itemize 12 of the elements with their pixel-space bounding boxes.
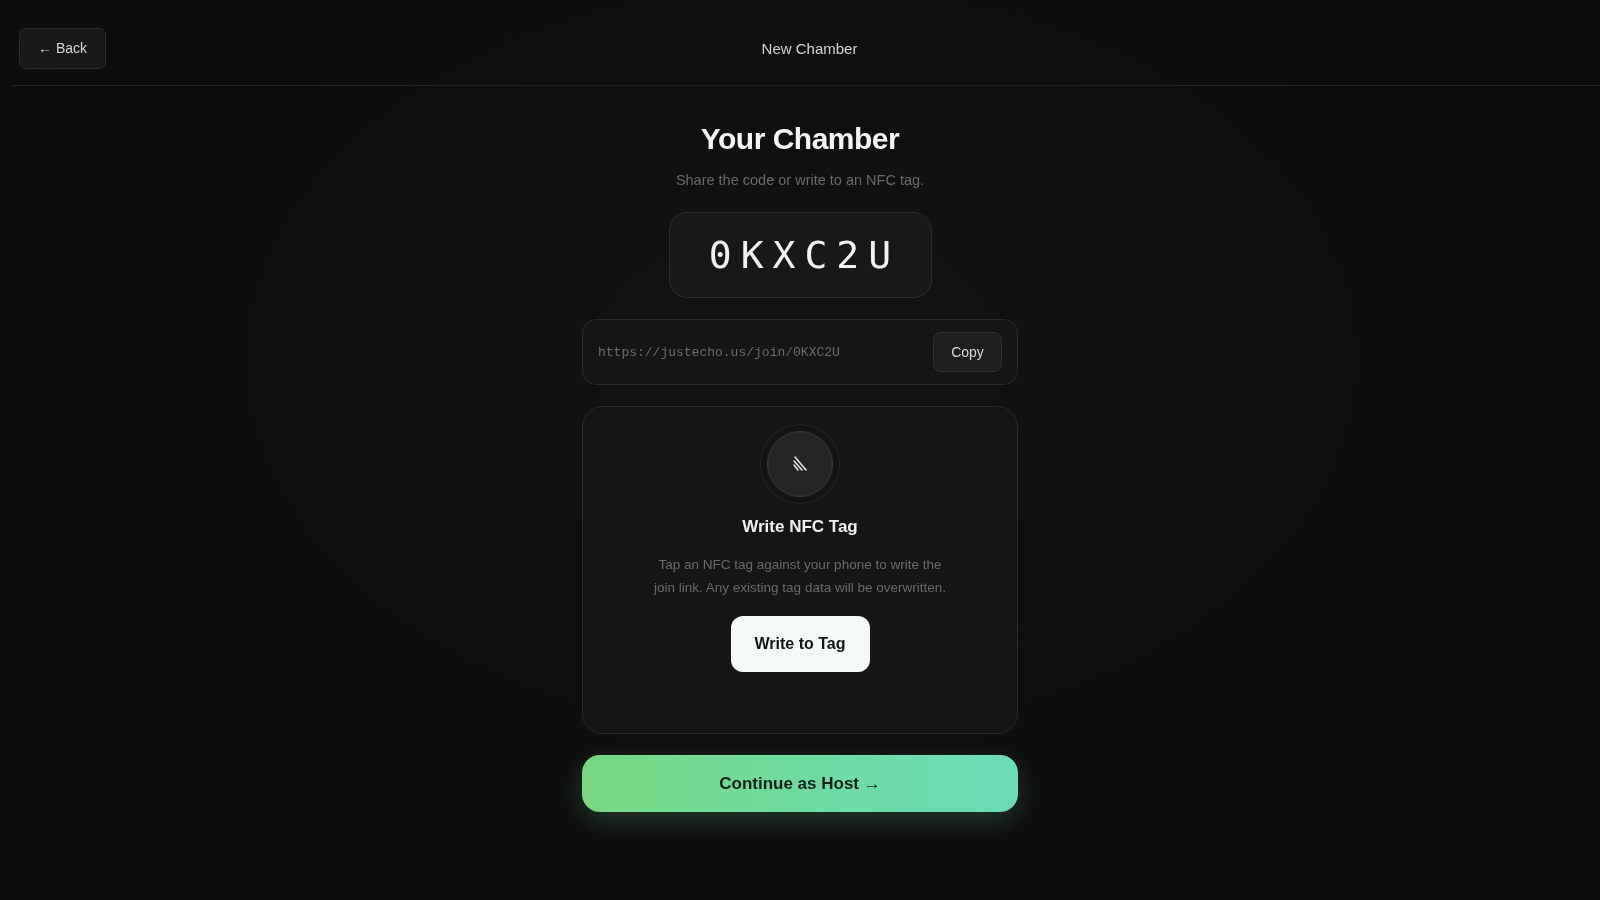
room-code: 0KXC2U bbox=[668, 212, 932, 298]
diagonal-lines-icon bbox=[760, 424, 840, 504]
back-button[interactable]: ← Back bbox=[19, 27, 106, 69]
subtitle: Share the code or write to an NFC tag. bbox=[675, 171, 925, 190]
card-title: Write NFC Tag bbox=[742, 516, 858, 538]
card-description: Tap an NFC tag against your phone to write the join link. Any existing tag data will be overwritten. bbox=[652, 556, 947, 597]
heading: Your Chamber bbox=[700, 121, 900, 157]
page-title: New Chamber bbox=[761, 39, 858, 57]
copy-button[interactable]: Copy bbox=[933, 332, 1002, 372]
link-field[interactable]: https://justecho.us/join/0KXC2U bbox=[598, 344, 923, 360]
write-to-tag-button[interactable]: Write to Tag bbox=[730, 616, 870, 672]
continue-button[interactable]: Continue as Host → bbox=[582, 755, 1018, 812]
